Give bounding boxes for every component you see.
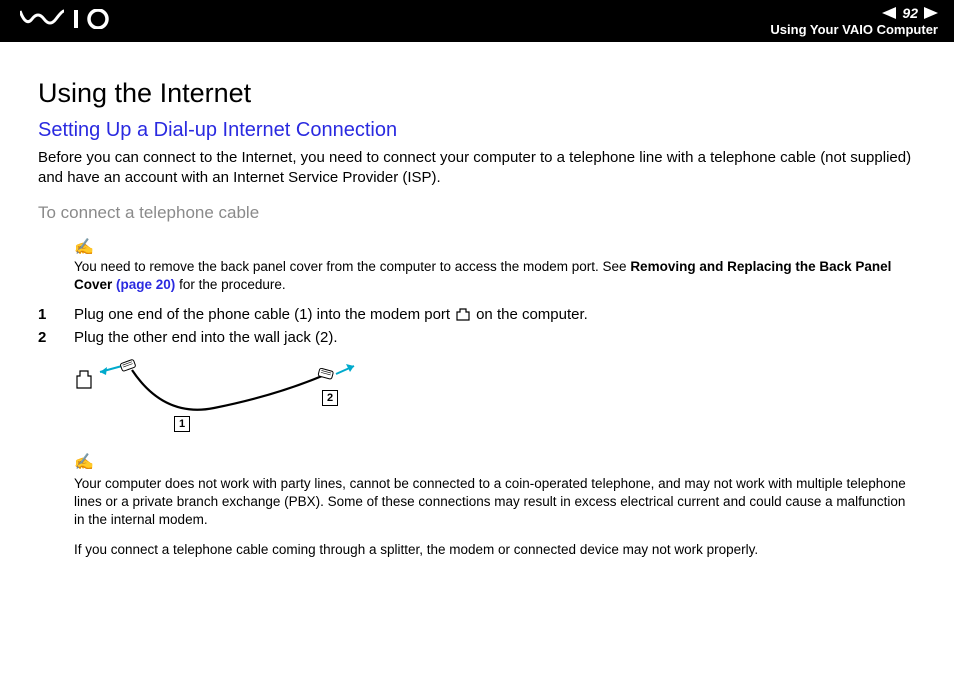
intro-paragraph: Before you can connect to the Internet, … bbox=[38, 148, 916, 189]
step-2: 2 Plug the other end into the wall jack … bbox=[38, 329, 916, 346]
header-right: 92 Using Your VAIO Computer bbox=[770, 5, 938, 37]
prev-page-arrow[interactable] bbox=[882, 7, 896, 19]
note-block-1: ✍ You need to remove the back panel cove… bbox=[38, 237, 916, 294]
note-1-text: You need to remove the back panel cover … bbox=[74, 259, 891, 292]
note-1-link[interactable]: (page 20) bbox=[116, 277, 175, 292]
step-1: 1 Plug one end of the phone cable (1) in… bbox=[38, 306, 916, 323]
page-title: Using the Internet bbox=[38, 78, 916, 109]
next-page-arrow[interactable] bbox=[924, 7, 938, 19]
note-2-p2: If you connect a telephone cable coming … bbox=[74, 541, 916, 559]
modem-port-icon bbox=[456, 308, 470, 321]
note-2-p1: Your computer does not work with party l… bbox=[74, 475, 916, 530]
procedure-title: To connect a telephone cable bbox=[38, 203, 916, 223]
step-2-text: Plug the other end into the wall jack (2… bbox=[74, 329, 337, 346]
cable-diagram: 1 2 bbox=[74, 358, 364, 436]
step-2-num: 2 bbox=[38, 329, 74, 346]
diagram-label-1: 1 bbox=[174, 416, 190, 432]
page-number: 92 bbox=[902, 5, 918, 21]
diagram-label-2: 2 bbox=[322, 390, 338, 406]
step-1-num: 1 bbox=[38, 306, 74, 323]
note-block-2: ✍ Your computer does not work with party… bbox=[38, 452, 916, 559]
steps-list: 1 Plug one end of the phone cable (1) in… bbox=[38, 306, 916, 346]
header-section-name: Using Your VAIO Computer bbox=[770, 22, 938, 37]
page-content: Using the Internet Setting Up a Dial-up … bbox=[0, 42, 954, 591]
note-icon: ✍ bbox=[74, 452, 916, 474]
step-1-text-after: on the computer. bbox=[476, 306, 588, 323]
page-subtitle: Setting Up a Dial-up Internet Connection bbox=[38, 119, 916, 142]
note-1-suffix: for the procedure. bbox=[175, 277, 285, 292]
vaio-logo bbox=[20, 9, 115, 34]
note-1-prefix: You need to remove the back panel cover … bbox=[74, 259, 630, 274]
step-1-text-before: Plug one end of the phone cable (1) into… bbox=[74, 306, 450, 323]
header-bar: 92 Using Your VAIO Computer bbox=[0, 0, 954, 42]
note-icon: ✍ bbox=[74, 237, 916, 257]
